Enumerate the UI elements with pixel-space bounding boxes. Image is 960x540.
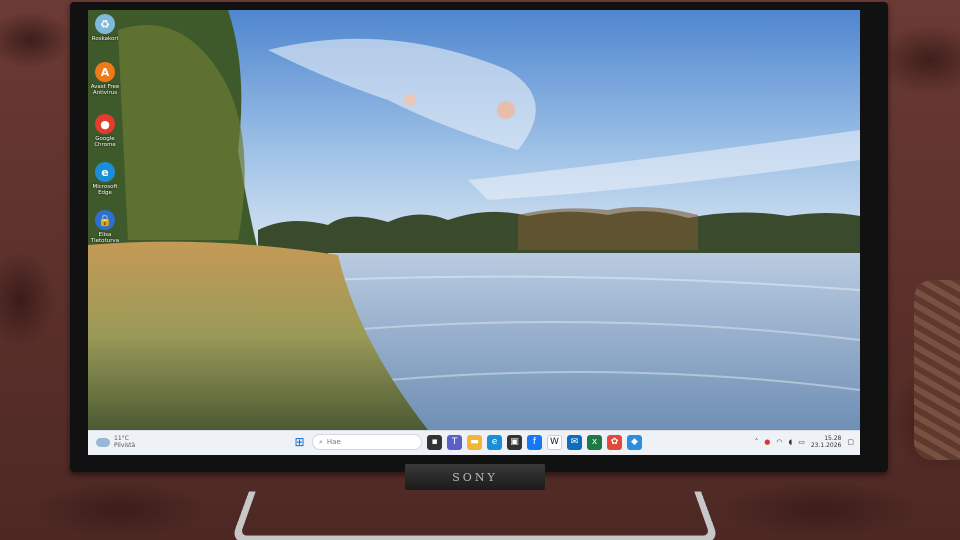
- wifi-icon[interactable]: ◠: [776, 438, 782, 446]
- excel-icon[interactable]: x: [587, 434, 602, 450]
- weather-temp: 11°C: [114, 435, 129, 442]
- weather-widget[interactable]: 11°C Pilvistä: [96, 435, 135, 449]
- monitor-stand: [230, 491, 720, 540]
- file-icon[interactable]: ▪: [427, 434, 442, 450]
- desktop-icon[interactable]: e Microsoft Edge: [90, 162, 120, 196]
- cushion: [914, 280, 960, 460]
- search-placeholder: Hae: [326, 438, 341, 446]
- chevron-up-icon[interactable]: ˄: [755, 438, 759, 446]
- desktop-icon-label: Avast Free Antivirus: [90, 84, 120, 96]
- brand-logo: SONY: [452, 470, 498, 484]
- clock[interactable]: 15.28 23.1.2026: [811, 435, 842, 449]
- monitor-screen: ♻ Roskakori A Avast Free Antivirus ● Google C…: [88, 10, 860, 455]
- desktop-icon[interactable]: ♻ Roskakori: [90, 14, 120, 42]
- store-icon[interactable]: ▣: [507, 434, 522, 450]
- wikipedia-icon[interactable]: W: [547, 434, 562, 450]
- search-icon: ⌕: [319, 437, 323, 446]
- desktop-icon-label: Microsoft Edge: [92, 184, 118, 196]
- battery-icon[interactable]: ▭: [798, 438, 805, 446]
- volume-icon[interactable]: ◖: [789, 438, 793, 446]
- app-icon[interactable]: ◆: [627, 434, 642, 450]
- cloud-icon: [96, 437, 110, 447]
- start-button[interactable]: ⊞: [292, 435, 307, 450]
- desktop-icon-label: Roskakori: [91, 36, 119, 42]
- desktop-icon-label: Elisa Tietoturva: [90, 232, 120, 244]
- desktop-icon-label: Google Chrome: [94, 136, 116, 148]
- clock-date: 23.1.2026: [810, 442, 842, 449]
- recycle-bin-icon: ♻: [95, 14, 115, 34]
- brand-plate: SONY: [405, 464, 545, 490]
- desktop-icon[interactable]: ● Google Chrome: [90, 114, 120, 148]
- elisa-icon: 🔒: [95, 210, 115, 230]
- facebook-icon[interactable]: f: [527, 434, 542, 450]
- teams-icon[interactable]: T: [447, 434, 462, 450]
- file-explorer-icon[interactable]: ▬: [467, 434, 482, 450]
- wallpaper: [88, 10, 860, 430]
- edge-taskbar-icon[interactable]: e: [487, 434, 502, 450]
- outlook-icon[interactable]: ✉: [567, 434, 582, 450]
- chrome-icon: ●: [95, 114, 115, 134]
- weather-condition: Pilvistä: [114, 442, 136, 449]
- security-icon[interactable]: ●: [764, 438, 770, 446]
- desktop-icon[interactable]: A Avast Free Antivirus: [90, 62, 120, 96]
- clock-time: 15.28: [824, 435, 842, 442]
- taskbar: 11°C Pilvistä ⊞ ⌕ Hae ▪ T ▬ e ▣ f W ✉ x ✿ ◆ ˄ ● ◠ …: [88, 430, 860, 455]
- edge-icon: e: [95, 162, 115, 182]
- desktop-icon[interactable]: 🔒 Elisa Tietoturva: [90, 210, 120, 244]
- system-tray: ˄ ● ◠ ◖ ▭ 15.28 23.1.2026 ▢: [755, 435, 854, 449]
- avast-icon: A: [95, 62, 115, 82]
- taskbar-center: ⊞ ⌕ Hae ▪ T ▬ e ▣ f W ✉ x ✿ ◆: [292, 434, 642, 450]
- photos-icon[interactable]: ✿: [607, 434, 622, 450]
- notification-icon[interactable]: ▢: [847, 438, 854, 446]
- search-box[interactable]: ⌕ Hae: [312, 434, 422, 450]
